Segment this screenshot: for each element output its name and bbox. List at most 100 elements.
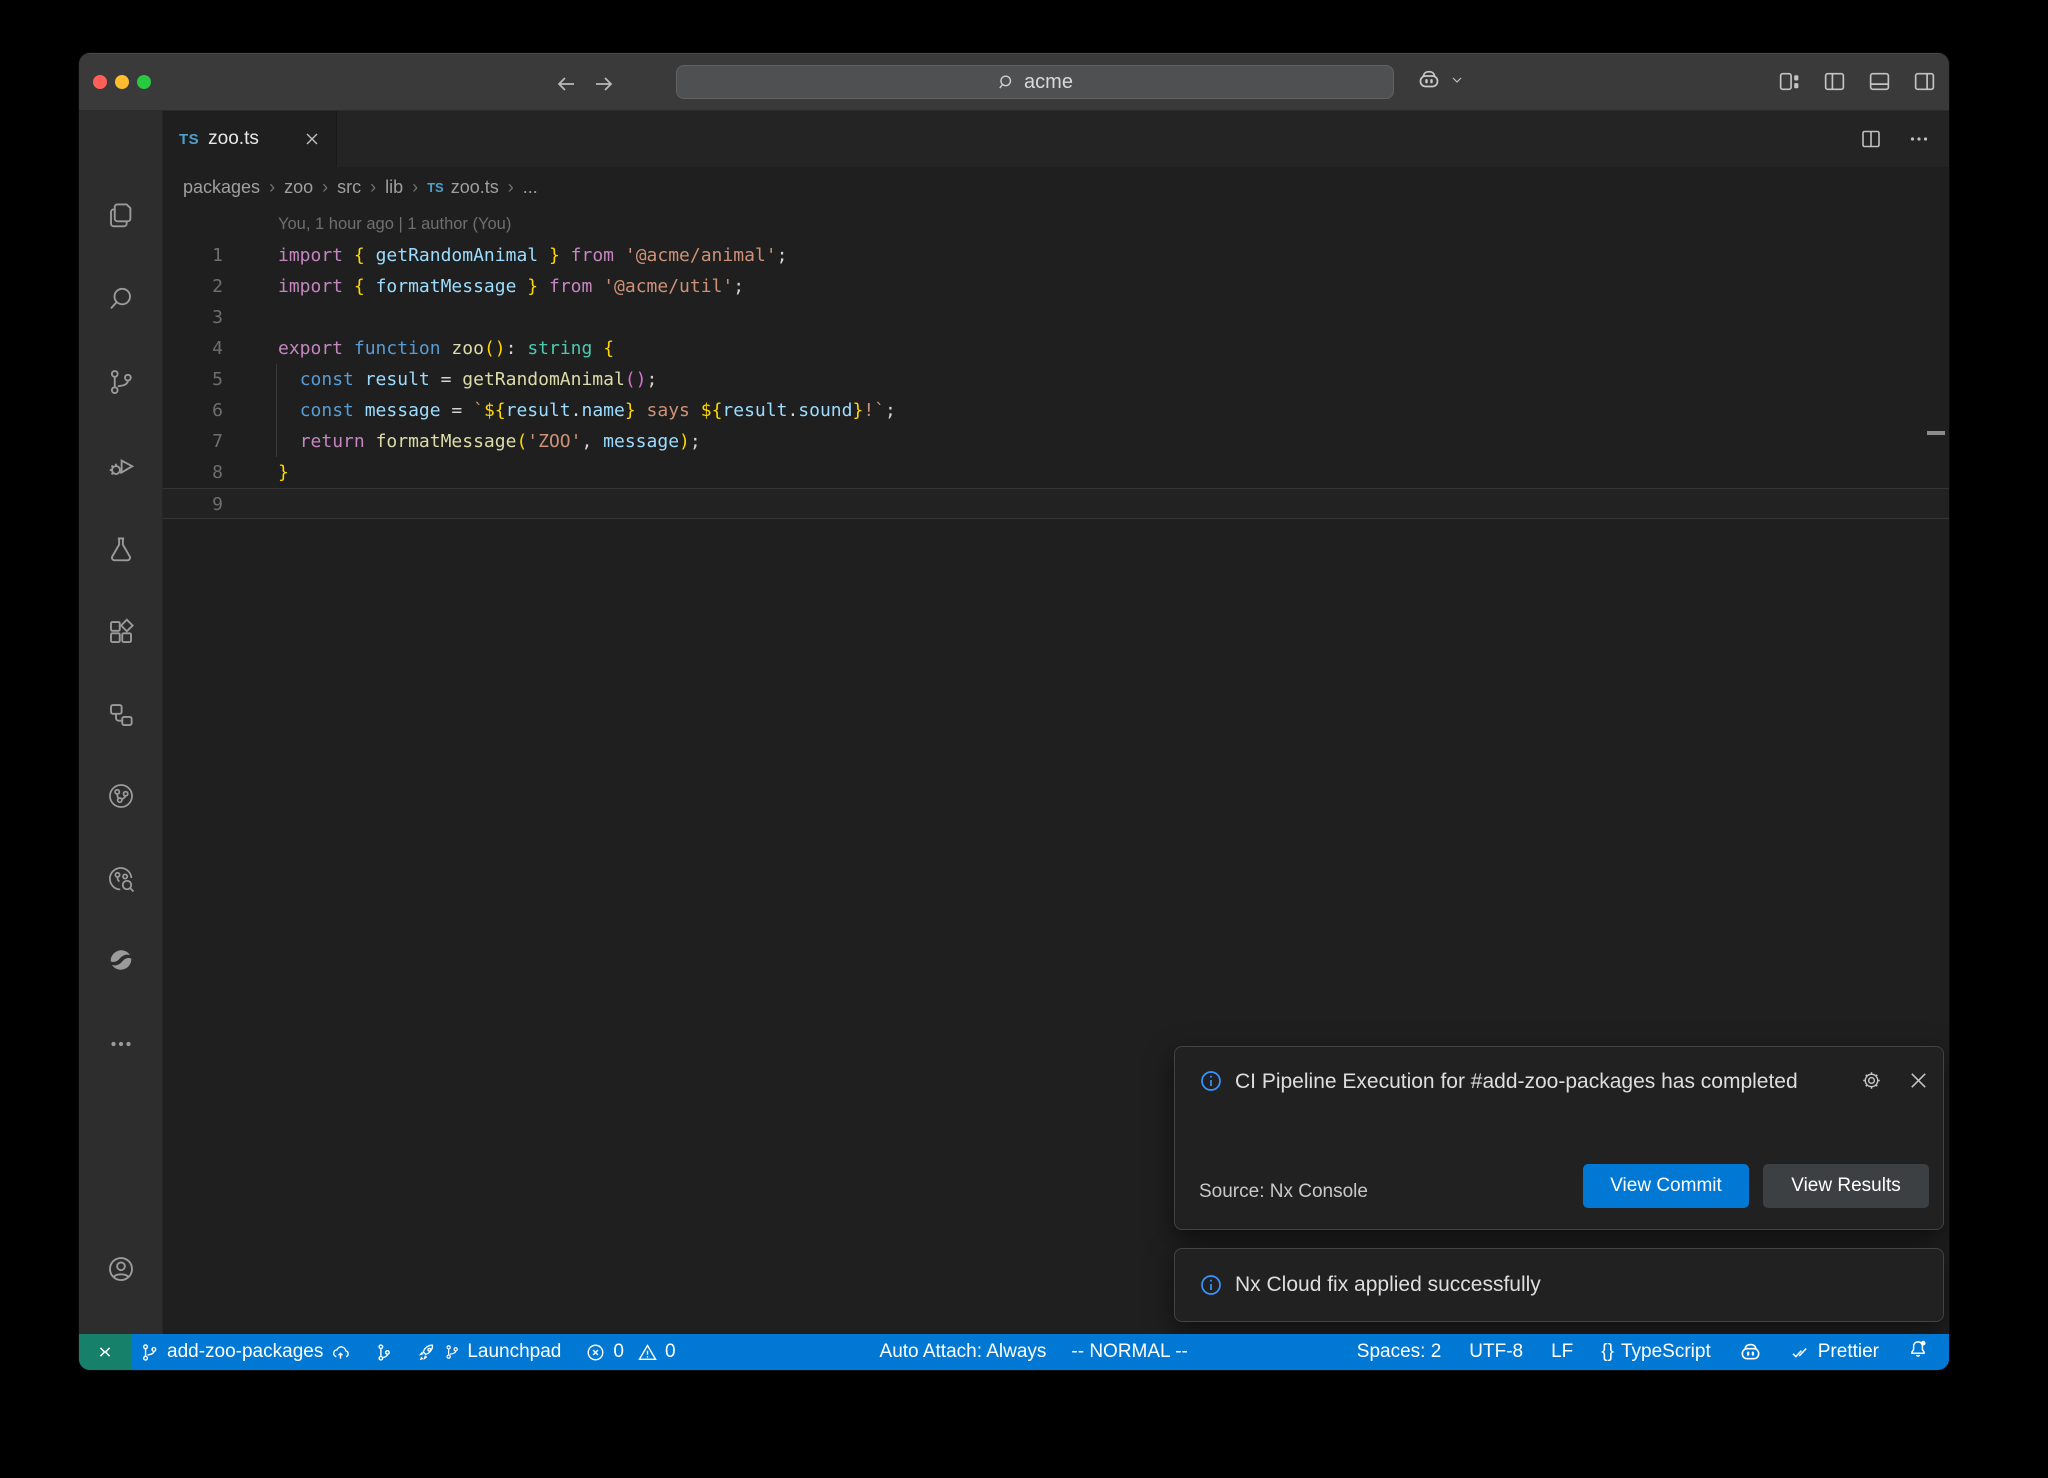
mini-branch-icon bbox=[444, 1344, 460, 1360]
indent-guide bbox=[276, 364, 277, 457]
launchpad-status-item[interactable]: Launchpad bbox=[416, 1341, 561, 1363]
chevron-down-icon bbox=[1449, 72, 1465, 88]
overview-ruler-mark bbox=[1927, 431, 1945, 435]
view-results-button[interactable]: View Results bbox=[1763, 1164, 1929, 1208]
zoom-window-button[interactable] bbox=[137, 75, 151, 89]
code-line[interactable]: 5 const result = getRandomAnimal(); bbox=[163, 364, 1949, 395]
breadcrumb-item-src[interactable]: src bbox=[337, 177, 361, 198]
typescript-file-icon: TS bbox=[427, 180, 444, 195]
toggle-primary-sidebar-icon[interactable] bbox=[1822, 69, 1847, 94]
arrow-right-icon bbox=[592, 72, 616, 96]
info-icon bbox=[1199, 1069, 1223, 1093]
search-icon bbox=[997, 73, 1016, 92]
line-number[interactable]: 1 bbox=[163, 240, 223, 271]
breadcrumb-item-packages[interactable]: packages bbox=[183, 177, 260, 198]
line-content: } bbox=[278, 457, 289, 488]
remote-icon bbox=[94, 1341, 116, 1363]
run-and-debug-icon[interactable] bbox=[106, 450, 136, 480]
error-icon bbox=[585, 1342, 606, 1363]
indentation-status-item[interactable]: Spaces: 2 bbox=[1357, 1341, 1442, 1363]
split-editor-icon[interactable] bbox=[1859, 127, 1883, 151]
more-actions-icon[interactable] bbox=[1907, 127, 1931, 151]
problems-status-item[interactable]: 0 0 bbox=[585, 1341, 675, 1363]
more-views-icon[interactable] bbox=[106, 1029, 136, 1059]
nx-console-icon[interactable] bbox=[106, 945, 136, 975]
breadcrumb-item-zoo[interactable]: zoo bbox=[284, 177, 313, 198]
line-number[interactable]: 7 bbox=[163, 426, 223, 457]
breadcrumb-item-file[interactable]: TS zoo.ts bbox=[427, 177, 499, 198]
customize-layout-icon[interactable] bbox=[1777, 69, 1802, 94]
rocket-icon bbox=[416, 1342, 437, 1363]
view-commit-button[interactable]: View Commit bbox=[1583, 1164, 1749, 1208]
notification-settings-gear-icon[interactable] bbox=[1860, 1069, 1883, 1092]
toggle-secondary-sidebar-icon[interactable] bbox=[1912, 69, 1937, 94]
code-line[interactable]: 1import { getRandomAnimal } from '@acme/… bbox=[163, 240, 1949, 271]
code-line[interactable]: 9 bbox=[163, 488, 1949, 519]
code-line[interactable]: 4 export function zoo(): string { bbox=[163, 333, 1949, 364]
line-number[interactable]: 9 bbox=[163, 489, 223, 518]
notifications-bell-icon[interactable] bbox=[1907, 1338, 1929, 1366]
git-branch-icon bbox=[139, 1342, 160, 1363]
copilot-icon bbox=[1417, 68, 1441, 92]
line-number[interactable]: 5 bbox=[163, 364, 223, 395]
error-count: 0 bbox=[613, 1341, 624, 1363]
code-line[interactable]: 7 return formatMessage('ZOO', message); bbox=[163, 426, 1949, 457]
explorer-icon[interactable] bbox=[106, 200, 136, 230]
encoding-status-item[interactable]: UTF-8 bbox=[1469, 1341, 1523, 1363]
breadcrumb-separator-icon bbox=[322, 177, 328, 198]
code-line[interactable]: 2 import { formatMessage } from '@acme/ut… bbox=[163, 271, 1949, 302]
line-number[interactable]: 4 bbox=[163, 333, 223, 364]
code-line[interactable]: 3 bbox=[163, 302, 1949, 333]
eol-status-item[interactable]: LF bbox=[1551, 1341, 1573, 1363]
extensions-icon[interactable] bbox=[106, 617, 136, 647]
commit-graph-icon[interactable] bbox=[106, 781, 136, 811]
tab-zoo-ts[interactable]: TS zoo.ts bbox=[163, 111, 337, 167]
line-content: const result = getRandomAnimal(); bbox=[278, 364, 657, 395]
notification-close-icon[interactable] bbox=[1907, 1069, 1930, 1092]
minimize-window-button[interactable] bbox=[115, 75, 129, 89]
code-line[interactable]: 8} bbox=[163, 457, 1949, 488]
close-window-button[interactable] bbox=[93, 75, 107, 89]
arrow-left-icon bbox=[554, 72, 578, 96]
brackets-icon: {} bbox=[1601, 1341, 1614, 1363]
remote-indicator[interactable] bbox=[79, 1334, 131, 1370]
account-icon[interactable] bbox=[106, 1254, 136, 1284]
back-button[interactable] bbox=[549, 67, 583, 101]
line-content: import { formatMessage } from '@acme/uti… bbox=[278, 271, 744, 302]
status-bar: add-zoo-packages Launchpad bbox=[79, 1334, 1949, 1370]
line-number[interactable]: 8 bbox=[163, 457, 223, 488]
code-line[interactable]: 6 const message = `${result.name} says $… bbox=[163, 395, 1949, 426]
language-status-item[interactable]: {} TypeScript bbox=[1601, 1341, 1710, 1363]
toggle-panel-icon[interactable] bbox=[1867, 69, 1892, 94]
search-sidebar-icon[interactable] bbox=[106, 284, 136, 314]
code-lines: 1import { getRandomAnimal } from '@acme/… bbox=[163, 240, 1949, 519]
line-content: const message = `${result.name} says ${r… bbox=[278, 395, 896, 426]
forward-button[interactable] bbox=[587, 67, 621, 101]
line-number[interactable]: 3 bbox=[163, 302, 223, 333]
line-content: export function zoo(): string { bbox=[278, 333, 614, 364]
tab-label: zoo.ts bbox=[208, 128, 259, 150]
auto-attach-status-item[interactable]: Auto Attach: Always bbox=[880, 1341, 1047, 1363]
project-graph-icon[interactable] bbox=[106, 700, 136, 730]
formatter-status-item[interactable]: Prettier bbox=[1790, 1341, 1879, 1363]
command-center-search[interactable]: acme bbox=[676, 65, 1394, 99]
breadcrumb-item-lib[interactable]: lib bbox=[385, 177, 403, 198]
line-number[interactable]: 6 bbox=[163, 395, 223, 426]
notification-nx-cloud-fix: Nx Cloud fix applied successfully bbox=[1174, 1248, 1944, 1322]
close-tab-icon[interactable] bbox=[302, 129, 322, 149]
branch-status-item[interactable]: add-zoo-packages bbox=[139, 1341, 351, 1363]
search-value: acme bbox=[1024, 71, 1073, 94]
line-number[interactable]: 2 bbox=[163, 271, 223, 302]
vscode-window: acme bbox=[78, 52, 1950, 1371]
line-content: return formatMessage('ZOO', message); bbox=[278, 426, 701, 457]
vim-mode-status-item[interactable]: -- NORMAL -- bbox=[1071, 1341, 1187, 1363]
testing-icon[interactable] bbox=[106, 534, 136, 564]
breadcrumb-overflow[interactable]: ... bbox=[523, 177, 538, 198]
copilot-menu[interactable] bbox=[1417, 68, 1465, 92]
source-control-icon[interactable] bbox=[106, 367, 136, 397]
graph-status-item[interactable] bbox=[373, 1342, 394, 1363]
launchpad-label: Launchpad bbox=[467, 1341, 561, 1363]
search-commits-icon[interactable] bbox=[106, 864, 136, 894]
copilot-status-icon[interactable] bbox=[1739, 1341, 1762, 1364]
warning-icon bbox=[637, 1342, 658, 1363]
